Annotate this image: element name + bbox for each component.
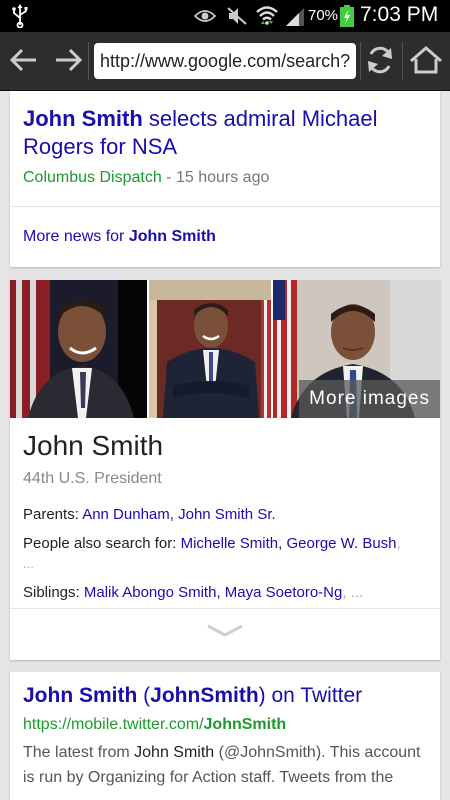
entity-name: John Smith xyxy=(23,430,164,461)
fact-people-also-search: People also search for: Michelle Smith, … xyxy=(23,535,433,552)
toolbar-divider xyxy=(88,42,89,80)
sibling-link[interactable]: Malik Abongo Smith xyxy=(84,584,217,601)
related-person-link[interactable]: Michelle Smith xyxy=(181,535,279,552)
portrait-image-2[interactable] xyxy=(149,280,271,418)
result-title-end: ) on Twitter xyxy=(258,684,363,707)
news-source-line: Columbus Dispatch - 15 hours ago xyxy=(23,169,269,187)
sibling-link[interactable]: Maya Soetoro-Ng xyxy=(225,584,343,601)
snippet-part: The latest from xyxy=(23,744,135,761)
result-url-handle: JohnSmith xyxy=(203,716,287,733)
chevron-down-icon[interactable] xyxy=(205,623,245,639)
more-news-name: John Smith xyxy=(128,228,216,245)
news-time: 15 hours ago xyxy=(175,169,270,186)
comma: , xyxy=(342,584,351,601)
toolbar-divider xyxy=(402,42,403,80)
search-results: John Smith selects admiral Michael Roger… xyxy=(0,91,450,800)
image-strip: More images xyxy=(10,280,440,418)
comma: , xyxy=(169,506,179,523)
portrait-image-1[interactable] xyxy=(10,280,147,418)
home-icon[interactable] xyxy=(408,44,444,76)
more-news-prefix: More news for xyxy=(23,228,129,245)
news-headline-link[interactable]: John Smith selects admiral Michael Roger… xyxy=(23,105,423,161)
wifi-icon xyxy=(256,6,278,25)
fact-label: People also search for: xyxy=(23,535,181,552)
url-input[interactable] xyxy=(94,43,356,79)
fact-label: Siblings: xyxy=(23,584,84,601)
knowledge-panel: More images John Smith 44th U.S. Preside… xyxy=(10,280,440,660)
parent-link[interactable]: Ann Dunham xyxy=(82,506,170,523)
result-title-name: John Smith xyxy=(23,684,138,707)
more-images-button[interactable]: More images xyxy=(299,380,440,418)
mute-icon xyxy=(227,7,247,25)
result-title-handle: JohnSmith xyxy=(150,684,259,707)
fact-parents: Parents: Ann Dunham, John Smith Sr. xyxy=(23,506,433,523)
usb-icon xyxy=(12,4,28,28)
news-source: Columbus Dispatch xyxy=(23,169,162,186)
battery-percent: 70% xyxy=(308,7,339,24)
more-news-link[interactable]: More news for John Smith xyxy=(23,228,216,246)
battery-icon xyxy=(340,5,354,27)
card-divider xyxy=(10,608,440,609)
comma: , xyxy=(396,535,401,552)
clock: 7:03 PM xyxy=(360,3,439,26)
result-snippet: The latest from John Smith (@JohnSmith).… xyxy=(23,740,433,790)
result-url: https://mobile.twitter.com/JohnSmith xyxy=(23,716,286,734)
fact-label: Parents: xyxy=(23,506,83,523)
card-divider xyxy=(10,206,440,207)
eye-icon xyxy=(194,10,216,22)
signal-icon xyxy=(286,8,304,26)
news-card: John Smith selects admiral Michael Roger… xyxy=(10,91,440,267)
people-more-ellipsis: ... xyxy=(23,556,34,571)
comma: , xyxy=(216,584,225,601)
twitter-result-card: John Smith (JohnSmith) on Twitter https:… xyxy=(10,672,440,800)
snippet-name: John Smith xyxy=(134,744,215,761)
status-bar: 70% 7:03 PM xyxy=(0,0,450,32)
siblings-more-ellipsis: ... xyxy=(350,584,364,601)
related-person-link[interactable]: George W. Bush xyxy=(286,535,396,552)
toolbar-divider xyxy=(360,42,361,80)
address-bar[interactable] xyxy=(94,43,356,79)
news-headline-name: John Smith xyxy=(23,106,143,131)
back-arrow-icon[interactable] xyxy=(8,44,40,76)
result-url-prefix: https://mobile.twitter.com/ xyxy=(23,716,204,733)
browser-toolbar xyxy=(0,32,450,91)
refresh-icon[interactable] xyxy=(364,44,396,76)
result-title-link[interactable]: John Smith (JohnSmith) on Twitter xyxy=(23,684,362,708)
fact-siblings: Siblings: Malik Abongo Smith, Maya Soeto… xyxy=(23,584,433,601)
parent-link[interactable]: John Smith Sr. xyxy=(178,506,276,523)
news-separator: - xyxy=(161,169,176,186)
result-title-mid: ( xyxy=(137,684,151,707)
forward-arrow-icon[interactable] xyxy=(52,44,84,76)
entity-description: 44th U.S. President xyxy=(23,470,162,487)
